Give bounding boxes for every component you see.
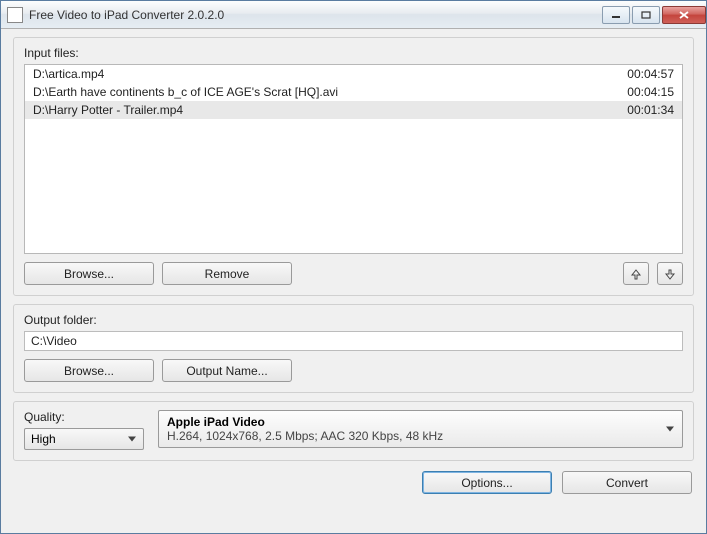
input-files-list[interactable]: D:\artica.mp4 00:04:57 D:\Earth have con… <box>24 64 683 254</box>
bottom-actions: Options... Convert <box>13 469 694 494</box>
preset-select[interactable]: Apple iPad Video H.264, 1024x768, 2.5 Mb… <box>158 410 683 448</box>
move-down-button[interactable] <box>657 262 683 285</box>
input-buttons-row: Browse... Remove <box>24 262 683 285</box>
convert-button[interactable]: Convert <box>562 471 692 494</box>
output-group: Output folder: Browse... Output Name... <box>13 304 694 393</box>
output-folder-input[interactable] <box>24 331 683 351</box>
minimize-button[interactable] <box>602 6 630 24</box>
browse-output-button[interactable]: Browse... <box>24 359 154 382</box>
maximize-icon <box>641 11 651 19</box>
quality-row: Quality: High Apple iPad Video H.264, 10… <box>24 410 683 450</box>
list-item[interactable]: D:\artica.mp4 00:04:57 <box>25 65 682 83</box>
preset-subtitle: H.264, 1024x768, 2.5 Mbps; AAC 320 Kbps,… <box>167 429 660 443</box>
file-name: D:\artica.mp4 <box>33 67 604 81</box>
window-title: Free Video to iPad Converter 2.0.2.0 <box>29 8 600 22</box>
file-name: D:\Harry Potter - Trailer.mp4 <box>33 103 604 117</box>
file-name: D:\Earth have continents b_c of ICE AGE'… <box>33 85 604 99</box>
quality-label: Quality: <box>24 410 144 424</box>
move-up-button[interactable] <box>623 262 649 285</box>
options-button[interactable]: Options... <box>422 471 552 494</box>
app-window: Free Video to iPad Converter 2.0.2.0 Inp… <box>0 0 707 534</box>
preset-title: Apple iPad Video <box>167 415 660 429</box>
app-icon <box>7 7 23 23</box>
browse-input-button[interactable]: Browse... <box>24 262 154 285</box>
remove-button[interactable]: Remove <box>162 262 292 285</box>
quality-left: Quality: High <box>24 410 144 450</box>
close-button[interactable] <box>662 6 706 24</box>
window-controls <box>600 6 706 24</box>
quality-group: Quality: High Apple iPad Video H.264, 10… <box>13 401 694 461</box>
minimize-icon <box>611 11 621 19</box>
output-buttons-row: Browse... Output Name... <box>24 359 683 382</box>
quality-right: Apple iPad Video H.264, 1024x768, 2.5 Mb… <box>158 410 683 448</box>
titlebar: Free Video to iPad Converter 2.0.2.0 <box>1 1 706 29</box>
file-duration: 00:04:57 <box>604 67 674 81</box>
output-name-button[interactable]: Output Name... <box>162 359 292 382</box>
maximize-button[interactable] <box>632 6 660 24</box>
input-group: Input files: D:\artica.mp4 00:04:57 D:\E… <box>13 37 694 296</box>
input-files-label: Input files: <box>24 46 683 60</box>
list-item[interactable]: D:\Harry Potter - Trailer.mp4 00:01:34 <box>25 101 682 119</box>
file-duration: 00:04:15 <box>604 85 674 99</box>
list-item[interactable]: D:\Earth have continents b_c of ICE AGE'… <box>25 83 682 101</box>
quality-value: High <box>31 432 56 446</box>
output-folder-label: Output folder: <box>24 313 683 327</box>
quality-select[interactable]: High <box>24 428 144 450</box>
file-duration: 00:01:34 <box>604 103 674 117</box>
close-icon <box>678 10 690 20</box>
arrow-down-icon <box>664 268 676 280</box>
arrow-up-icon <box>630 268 642 280</box>
client-area: Input files: D:\artica.mp4 00:04:57 D:\E… <box>1 29 706 533</box>
